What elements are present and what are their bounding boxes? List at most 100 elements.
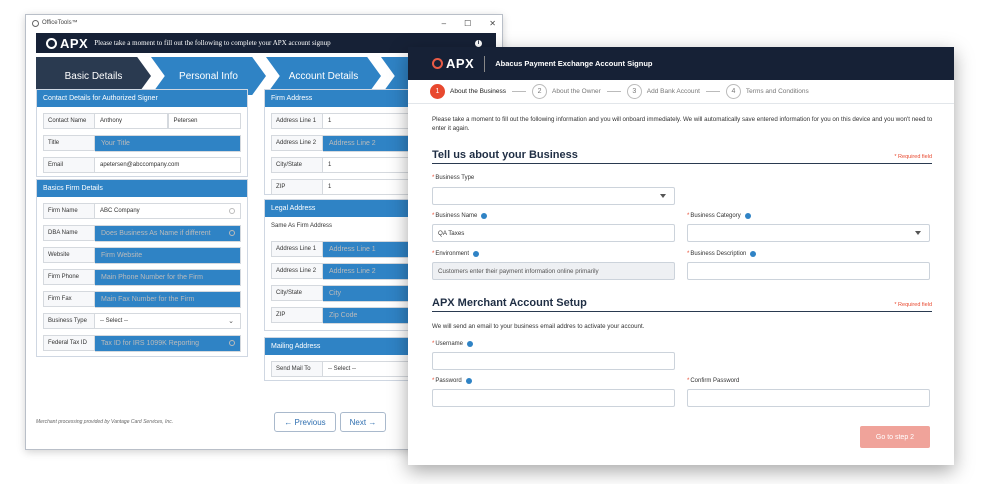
step-label: Add Bank Account (646, 88, 700, 95)
label-text: Business Type (435, 175, 475, 181)
step-terms[interactable]: 4 Terms and Conditions (725, 84, 809, 99)
previous-button[interactable]: ← Previous (274, 412, 336, 432)
form-row: Federal Tax ID Tax ID for IRS 1099K Repo… (43, 334, 241, 352)
app-icon (32, 19, 39, 27)
step-about-business[interactable]: 1 About the Business (430, 84, 532, 99)
caret-down-icon (660, 194, 666, 198)
screenshot-stage: OfficeTools™ – ☐ ✕ APX Please take a mom… (0, 0, 997, 484)
form-row: Firm Name ABC Company (43, 203, 241, 219)
business-type-select[interactable]: -- Select -- ⌄ (95, 313, 241, 329)
header-message: Please take a moment to fill out the fol… (94, 39, 331, 47)
label-text: Confirm Password (690, 378, 740, 384)
maximize-button[interactable]: ☐ (464, 19, 471, 28)
step-number: 4 (725, 84, 741, 99)
field-label: Federal Tax ID (43, 335, 95, 351)
required-asterisk: * (432, 341, 435, 347)
field-label: Address Line 1 (271, 113, 323, 129)
step-add-bank[interactable]: 3 Add Bank Account (626, 84, 726, 99)
info-icon[interactable]: i (475, 39, 482, 47)
label-text: Environment (435, 251, 470, 257)
intro-text: Please take a moment to fill out the fol… (432, 116, 933, 132)
label-text: Password (435, 378, 462, 384)
form-row: Firm Phone Main Phone Number for the Fir… (43, 268, 241, 286)
close-button[interactable]: ✕ (489, 19, 496, 28)
logo-text: APX (446, 56, 475, 71)
email-input[interactable]: apetersen@abccompany.com (95, 157, 241, 173)
help-icon[interactable] (750, 251, 757, 257)
globe-icon (432, 58, 443, 69)
federal-tax-id-input[interactable]: Tax ID for IRS 1099K Reporting (95, 334, 241, 352)
minimize-button[interactable]: – (442, 19, 446, 28)
help-icon[interactable] (465, 378, 472, 384)
section-title: APX Merchant Account Setup (432, 297, 587, 309)
username-input[interactable] (432, 352, 675, 370)
firm-fax-input[interactable]: Main Fax Number for the Firm (95, 290, 241, 308)
next-button[interactable]: Next → (340, 412, 386, 432)
password-input[interactable] (432, 389, 675, 407)
label-text: Username (435, 341, 464, 347)
label-text: Business Description (690, 251, 747, 257)
help-icon[interactable] (229, 208, 235, 214)
help-icon[interactable] (229, 339, 235, 346)
window-titlebar: OfficeTools™ – ☐ ✕ (26, 15, 502, 31)
field-label: DBA Name (43, 225, 95, 241)
step-about-owner[interactable]: 2 About the Owner (532, 84, 627, 99)
help-icon[interactable] (473, 251, 480, 257)
contact-details-panel: Contact Details for Authorized Signer Co… (36, 89, 248, 177)
help-icon[interactable] (481, 213, 488, 219)
required-asterisk: * (432, 175, 435, 181)
setup-note: We will send an email to your business e… (432, 323, 645, 330)
password-label: * Password (432, 378, 472, 384)
field-label: Send Mail To (271, 361, 323, 377)
window-controls: – ☐ ✕ (442, 19, 496, 28)
step-number: 3 (626, 84, 642, 99)
form-row: DBA Name Does Business As Name if differ… (43, 224, 241, 242)
field-label: Firm Fax (43, 291, 95, 307)
merchant-section-header: APX Merchant Account Setup * Required fi… (432, 296, 932, 312)
select-value: -- Select -- (100, 318, 129, 324)
help-icon[interactable] (229, 229, 235, 236)
field-label: Firm Name (43, 203, 95, 219)
go-to-step-2-button[interactable]: Go to step 2 (860, 426, 930, 448)
field-label: Address Line 1 (271, 241, 323, 257)
business-section-header: Tell us about your Business * Required f… (432, 148, 932, 164)
required-note: * Required field (894, 154, 932, 160)
logo-text: APX (60, 35, 89, 51)
field-placeholder: Tax ID for IRS 1099K Reporting (101, 339, 200, 347)
field-label: City/State (271, 157, 323, 173)
apx-signup-window: APX Abacus Payment Exchange Account Sign… (408, 47, 954, 465)
confirm-password-input[interactable] (687, 389, 930, 407)
help-icon[interactable] (467, 341, 474, 347)
required-asterisk: * (687, 251, 690, 257)
required-asterisk: * (432, 251, 435, 257)
business-category-select[interactable] (687, 224, 930, 242)
website-input[interactable]: Firm Website (95, 246, 241, 264)
title-input[interactable]: Your Title (95, 134, 241, 152)
field-label: City/State (271, 285, 323, 301)
business-name-input[interactable]: QA Taxes (432, 224, 675, 242)
step-number: 2 (532, 84, 548, 99)
dba-name-input[interactable]: Does Business As Name if different (95, 224, 241, 242)
label-text: Business Category (690, 213, 741, 219)
field-label: Email (43, 157, 95, 173)
last-name-input[interactable]: Petersen (167, 113, 241, 129)
business-name-label: * Business Name (432, 213, 488, 219)
first-name-input[interactable]: Anthony (95, 113, 168, 129)
window-title: OfficeTools™ (42, 20, 78, 26)
firm-phone-input[interactable]: Main Phone Number for the Firm (95, 268, 241, 286)
field-label: Website (43, 247, 95, 263)
form-row: Firm Fax Main Fax Number for the Firm (43, 290, 241, 308)
step-connector (512, 91, 527, 92)
business-description-label: * Business Description (687, 251, 757, 257)
business-type-select[interactable] (432, 187, 675, 205)
firm-name-input[interactable]: ABC Company (95, 203, 241, 219)
step-label: About the Owner (552, 88, 601, 95)
field-value: ABC Company (100, 208, 140, 214)
business-type-label: * Business Type (432, 175, 474, 181)
field-placeholder: Does Business As Name if different (101, 229, 211, 237)
field-label: ZIP (271, 307, 323, 323)
business-description-input[interactable] (687, 262, 930, 280)
help-icon[interactable] (744, 213, 751, 219)
signup-header: APX Abacus Payment Exchange Account Sign… (408, 47, 954, 80)
field-label: Contact Name (43, 113, 95, 129)
